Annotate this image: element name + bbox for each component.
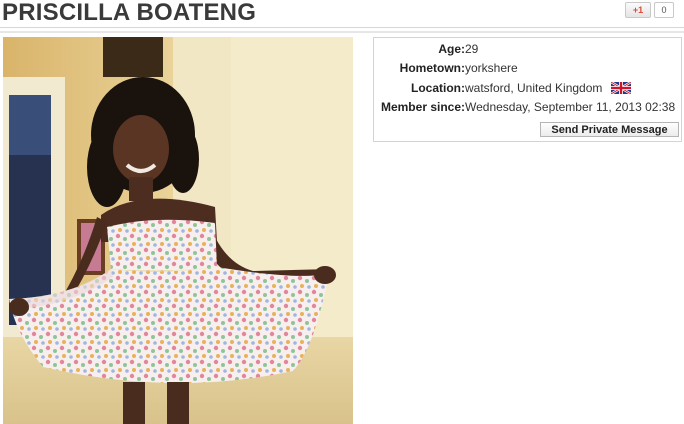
google-plus-count: 0 xyxy=(654,2,674,18)
detail-row-location: Location: watsford, United Kingdom xyxy=(374,80,683,96)
age-value: 29 xyxy=(465,42,479,56)
member-since-value: Wednesday, September 11, 2013 02:38 xyxy=(465,100,676,114)
hometown-label: Hometown: xyxy=(399,61,465,75)
header-divider-secondary xyxy=(0,31,684,33)
google-plus-one-label: +1 xyxy=(632,5,644,15)
detail-row-hometown: Hometown: yorkshere xyxy=(374,60,683,76)
profile-photo[interactable] xyxy=(3,37,353,424)
location-label: Location: xyxy=(411,81,465,95)
profile-photo-image xyxy=(3,37,353,424)
send-private-message-button[interactable]: Send Private Message xyxy=(540,122,679,137)
location-value: watsford, United Kingdom xyxy=(465,81,603,95)
profile-name: PRISCILLA BOATENG xyxy=(2,0,257,26)
detail-row-member-since: Member since: Wednesday, September 11, 2… xyxy=(374,99,683,115)
age-label: Age: xyxy=(438,42,465,56)
uk-flag-icon xyxy=(611,82,631,94)
hometown-value: yorkshere xyxy=(465,61,518,75)
detail-row-age: Age: 29 xyxy=(374,41,683,57)
header-divider xyxy=(0,27,684,28)
google-plus-one-button[interactable]: +1 xyxy=(625,2,651,18)
member-since-label: Member since: xyxy=(380,100,465,114)
profile-details-panel: Age: 29 Hometown: yorkshere Location: wa… xyxy=(373,37,682,142)
